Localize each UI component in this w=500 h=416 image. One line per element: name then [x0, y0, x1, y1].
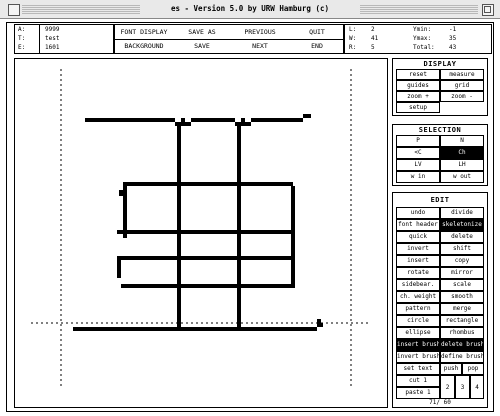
title-bar: es - Version 5.0 by URW Hamburg (c) — [0, 0, 500, 19]
font-header-button[interactable]: font header — [396, 219, 440, 231]
insert-button[interactable]: insert — [396, 255, 440, 267]
copy-button[interactable]: copy — [440, 255, 484, 267]
info-value-ymin: -1 — [449, 26, 457, 33]
selection-panel: SELECTION P N <C Ch LV LH w in w out — [392, 124, 488, 186]
info-key-total: Total: — [413, 44, 435, 51]
previous-button[interactable]: PREVIOUS — [231, 27, 289, 37]
glyph-svg — [31, 69, 370, 389]
info-key-r: R: — [349, 44, 357, 51]
ch-weight-button[interactable]: ch. weight — [396, 291, 440, 303]
smooth-button[interactable]: smooth — [440, 291, 484, 303]
font-display-button[interactable]: FONT DISPLAY — [115, 27, 173, 37]
info-left-box: A: 9999 T: test E: 1601 — [14, 24, 114, 54]
select-lv-button[interactable]: LV — [396, 159, 440, 171]
next-button[interactable]: NEXT — [231, 41, 289, 51]
circle-button[interactable]: circle — [396, 315, 440, 327]
toolbar-divider — [115, 39, 343, 40]
paste-button[interactable]: paste 1 — [396, 387, 440, 399]
select-n-button[interactable]: N — [440, 135, 484, 147]
end-button[interactable]: END — [289, 41, 345, 51]
quick-button[interactable]: quick — [396, 231, 440, 243]
close-box[interactable] — [8, 4, 20, 16]
rotate-button[interactable]: rotate — [396, 267, 440, 279]
measure-button[interactable]: measure — [440, 69, 484, 80]
selection-title: SELECTION — [418, 126, 462, 134]
invert-button[interactable]: invert — [396, 243, 440, 255]
zoom-box[interactable] — [482, 4, 494, 16]
define-brush-button[interactable]: define brush — [440, 351, 484, 363]
merge-button[interactable]: merge — [440, 303, 484, 315]
display-panel: DISPLAY reset measure guides grid zoom +… — [392, 58, 488, 116]
glyph-canvas[interactable] — [14, 58, 388, 408]
rhombus-button[interactable]: rhombus — [440, 327, 484, 339]
push-button[interactable]: push — [440, 363, 462, 375]
info-key-ymin: Ymin: — [413, 26, 432, 33]
select-ch-button[interactable]: Ch — [440, 147, 484, 159]
divide-button[interactable]: divide — [440, 207, 484, 219]
w-out-button[interactable]: w out — [440, 171, 484, 183]
info-header: A: 9999 T: test E: 1601 FONT DISPLAY SAV… — [14, 24, 492, 54]
ellipse-button[interactable]: ellipse — [396, 327, 440, 339]
info-value-r: 5 — [371, 44, 375, 51]
zoom-out-button[interactable]: zoom - — [440, 91, 484, 102]
info-key-t: T: — [18, 35, 26, 42]
slot-3-button[interactable]: 3 — [455, 375, 470, 399]
insert-brush-button[interactable]: insert brush — [396, 339, 440, 351]
pop-button[interactable]: pop — [462, 363, 484, 375]
info-key-a: A: — [18, 26, 26, 33]
edit-panel: EDIT undo divide font header skeletonize… — [392, 192, 488, 408]
skeletonize-button[interactable]: skeletonize — [440, 219, 484, 231]
invert-brush-button[interactable]: invert brush — [396, 351, 440, 363]
display-title: DISPLAY — [423, 60, 457, 68]
background-button[interactable]: BACKGROUND — [115, 41, 173, 51]
info-value-a: 9999 — [45, 26, 60, 33]
slot-4-button[interactable]: 4 — [470, 375, 484, 399]
w-in-button[interactable]: w in — [396, 171, 440, 183]
select-p-button[interactable]: P — [396, 135, 440, 147]
toolbar: FONT DISPLAY SAVE AS PREVIOUS QUIT BACKG… — [114, 24, 344, 54]
scale-button[interactable]: scale — [440, 279, 484, 291]
select-lh-button[interactable]: LH — [440, 159, 484, 171]
info-value-t: test — [45, 35, 60, 42]
info-key-w: W: — [349, 35, 357, 42]
info-value-w: 41 — [371, 35, 379, 42]
sidebearing-button[interactable]: sidebear. — [396, 279, 440, 291]
glyph-pixels — [73, 114, 323, 331]
info-right-box: L: 2 W: 41 R: 5 Ymin: -1 Ymax: 35 Total:… — [344, 24, 492, 54]
guides-button[interactable]: guides — [396, 80, 440, 91]
window-title: es - Version 5.0 by URW Hamburg (c) — [140, 3, 360, 15]
save-button[interactable]: SAVE — [173, 41, 231, 51]
save-as-button[interactable]: SAVE AS — [173, 27, 231, 37]
edit-title: EDIT — [430, 196, 450, 204]
pattern-button[interactable]: pattern — [396, 303, 440, 315]
info-key-ymax: Ymax: — [413, 35, 432, 42]
delete-brush-button[interactable]: delete brush — [440, 339, 484, 351]
setup-button[interactable]: setup — [396, 102, 440, 113]
select-c-button[interactable]: <C — [396, 147, 440, 159]
position-readout: 71/ 60 — [429, 399, 451, 406]
delete-button[interactable]: delete — [440, 231, 484, 243]
info-value-e: 1601 — [45, 44, 60, 51]
info-value-total: 43 — [449, 44, 457, 51]
undo-button[interactable]: undo — [396, 207, 440, 219]
info-divider — [39, 25, 40, 53]
quit-button[interactable]: QUIT — [289, 27, 345, 37]
info-value-ymax: 35 — [449, 35, 457, 42]
rectangle-button[interactable]: rectangle — [440, 315, 484, 327]
grid-button[interactable]: grid — [440, 80, 484, 91]
info-value-l: 2 — [371, 26, 375, 33]
cut-button[interactable]: cut 1 — [396, 375, 440, 387]
shift-button[interactable]: shift — [440, 243, 484, 255]
set-text-button[interactable]: set text — [396, 363, 440, 375]
reset-button[interactable]: reset — [396, 69, 440, 80]
zoom-in-button[interactable]: zoom + — [396, 91, 440, 102]
slot-2-button[interactable]: 2 — [440, 375, 455, 399]
info-key-e: E: — [18, 44, 26, 51]
info-key-l: L: — [349, 26, 357, 33]
mirror-button[interactable]: mirror — [440, 267, 484, 279]
